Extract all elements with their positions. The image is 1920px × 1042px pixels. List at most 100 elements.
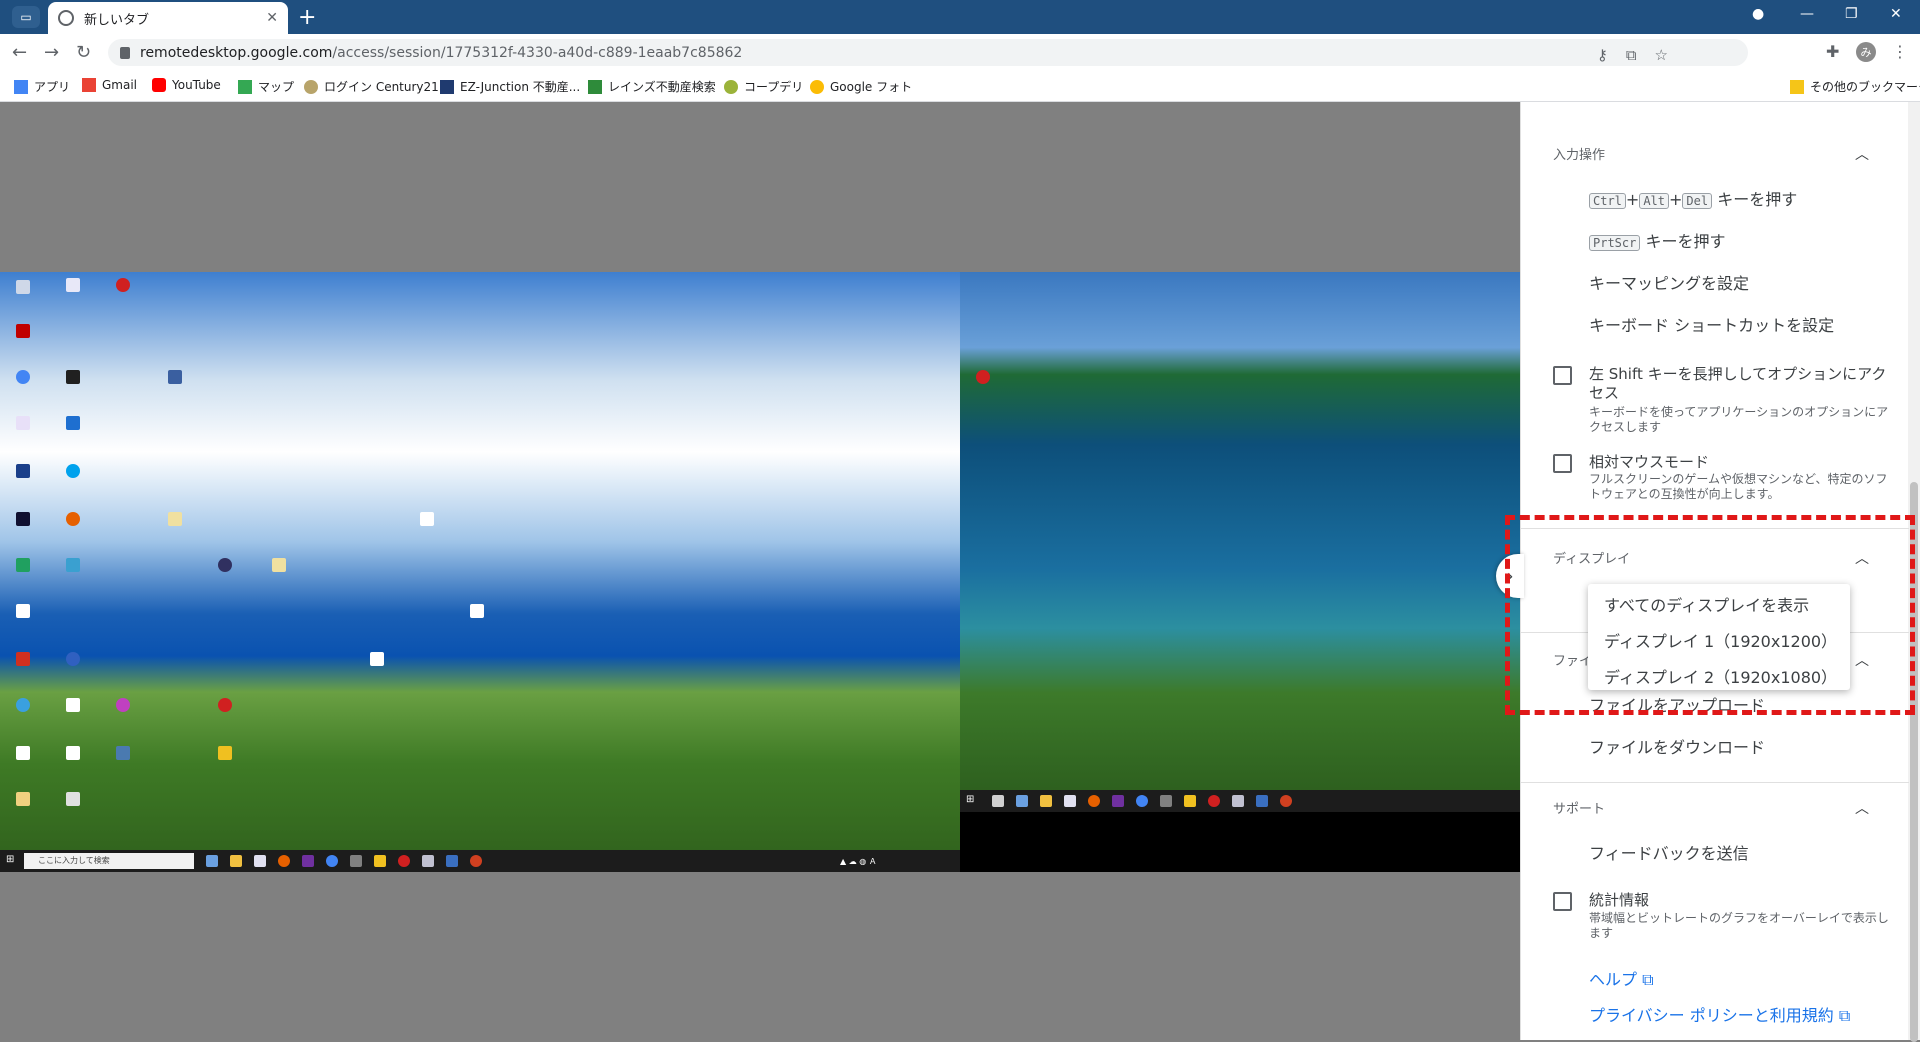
vivaldi-icon[interactable] xyxy=(218,698,232,712)
bookmark-gmail[interactable]: Gmail xyxy=(82,78,137,92)
download-file-button[interactable]: ファイルをダウンロード xyxy=(1589,734,1765,758)
bookmark-google-photos[interactable]: Google フォト xyxy=(810,78,912,95)
file-icon[interactable] xyxy=(420,512,434,526)
collapse-file-section-chevron-up-icon[interactable]: ︿ xyxy=(1855,650,1869,670)
taskbar-chrome-icon[interactable] xyxy=(1136,795,1148,807)
desktop-icon[interactable] xyxy=(16,280,30,294)
keyboard-shortcut-button[interactable]: キーボード ショートカットを設定 xyxy=(1589,312,1834,336)
extensions-icon[interactable]: ✚ xyxy=(1826,42,1839,61)
bookmark-coopdeli[interactable]: コープデリ xyxy=(724,78,803,95)
vscode-icon[interactable] xyxy=(66,416,80,430)
relative-mouse-checkbox[interactable] xyxy=(1553,454,1572,473)
bookmark-century21[interactable]: ログイン Century21 xyxy=(304,78,439,95)
stats-checkbox[interactable] xyxy=(1553,892,1572,911)
folder-icon[interactable] xyxy=(168,512,182,526)
taskbar-app-icon[interactable] xyxy=(1232,795,1244,807)
minimize-button[interactable]: — xyxy=(1800,6,1814,22)
file-icon[interactable] xyxy=(66,698,80,712)
taskbar-chrome-icon[interactable] xyxy=(326,855,338,867)
key-icon[interactable]: ⚷ xyxy=(1597,46,1608,64)
desktop-icon[interactable] xyxy=(66,278,80,292)
desktop-icon[interactable] xyxy=(16,652,30,666)
key-mapping-button[interactable]: キーマッピングを設定 xyxy=(1589,270,1749,294)
taskbar-app-icon[interactable] xyxy=(422,855,434,867)
desktop-icon[interactable] xyxy=(66,558,80,572)
tab-close-icon[interactable]: ✕ xyxy=(266,10,278,26)
firefox-icon[interactable] xyxy=(66,512,80,526)
close-window-button[interactable]: ✕ xyxy=(1890,6,1902,22)
send-ctrl-alt-del-button[interactable]: Ctrl + Alt + Del キーを押す xyxy=(1589,186,1797,210)
collapse-support-section-chevron-up-icon[interactable]: ︿ xyxy=(1855,798,1869,818)
taskbar-firefox-icon[interactable] xyxy=(278,855,290,867)
desktop-icon[interactable] xyxy=(16,512,30,526)
chrome-icon[interactable] xyxy=(16,370,30,384)
bookmark-maps[interactable]: マップ xyxy=(238,78,294,95)
taskbar-vivaldi-icon[interactable] xyxy=(398,855,410,867)
desktop-icon[interactable] xyxy=(16,464,30,478)
desktop-icon[interactable] xyxy=(116,746,130,760)
remote-display-1[interactable]: ⊞ ここに入力して検索 ▲ ☁ ◍ Ａ xyxy=(0,272,960,872)
file-icon[interactable] xyxy=(370,652,384,666)
desktop-icon[interactable] xyxy=(218,746,232,760)
system-tray-icon[interactable]: ▲ ☁ ◍ Ａ xyxy=(840,856,877,867)
help-link[interactable]: ヘルプ ⧉ xyxy=(1589,966,1654,990)
desktop-icon[interactable] xyxy=(16,416,30,430)
desktop-icon[interactable] xyxy=(66,652,80,666)
bookmark-reins[interactable]: レインズ不動産検索 xyxy=(588,78,716,95)
collapse-input-section-chevron-up-icon[interactable]: ︿ xyxy=(1855,144,1869,164)
vivaldi-icon[interactable] xyxy=(976,370,990,384)
desktop-icon[interactable] xyxy=(16,698,30,712)
vivaldi-icon[interactable] xyxy=(116,278,130,292)
collapse-display-section-chevron-up-icon[interactable]: ︿ xyxy=(1855,548,1869,568)
file-icon[interactable] xyxy=(66,746,80,760)
taskbar-folder-icon[interactable] xyxy=(230,855,242,867)
taskbar-search-icon[interactable] xyxy=(992,795,1004,807)
taskbar-app-icon[interactable] xyxy=(1280,795,1292,807)
panel-scrollbar-thumb[interactable] xyxy=(1910,482,1918,1042)
taskbar-vivaldi-icon[interactable] xyxy=(1208,795,1220,807)
desktop-icon[interactable] xyxy=(16,792,30,806)
taskbar-search-input[interactable]: ここに入力して検索 xyxy=(24,853,194,869)
menu-kebab-icon[interactable]: ⋮ xyxy=(1892,42,1908,61)
taskbar-app-icon[interactable] xyxy=(350,855,362,867)
upload-file-button[interactable]: ファイルをアップロード xyxy=(1589,692,1765,716)
taskbar-app-icon[interactable] xyxy=(470,855,482,867)
file-icon[interactable] xyxy=(16,604,30,618)
windows-start-icon[interactable]: ⊞ xyxy=(966,794,974,805)
restore-button[interactable]: ❐ xyxy=(1845,6,1858,22)
bookmark-ez-junction[interactable]: EZ-Junction 不動産... xyxy=(440,78,580,95)
menu-item-display-1[interactable]: ディスプレイ 1（1920x1200） xyxy=(1604,628,1837,652)
desktop-icon[interactable] xyxy=(16,558,30,572)
desktop-icon[interactable] xyxy=(66,792,80,806)
folder-icon[interactable] xyxy=(272,558,286,572)
taskbar-app-icon[interactable] xyxy=(1064,795,1076,807)
windows-start-icon[interactable]: ⊞ xyxy=(6,854,14,865)
address-bar[interactable]: remotedesktop.google.com /access/session… xyxy=(108,39,1748,66)
taskbar-app-icon[interactable] xyxy=(1016,795,1028,807)
panel-scrollbar[interactable] xyxy=(1908,102,1920,1042)
file-icon[interactable] xyxy=(16,746,30,760)
forward-arrow-icon[interactable]: → xyxy=(44,42,59,63)
bookmark-apps[interactable]: アプリ xyxy=(14,78,70,95)
tab-search-icon[interactable]: ▭ xyxy=(12,6,40,28)
back-arrow-icon[interactable]: ← xyxy=(12,42,27,63)
acrobat-icon[interactable] xyxy=(16,324,30,338)
new-tab-button[interactable]: + xyxy=(298,5,316,30)
taskbar-app-icon[interactable] xyxy=(1256,795,1268,807)
taskbar-folder-icon[interactable] xyxy=(1040,795,1052,807)
taskbar-app-icon[interactable] xyxy=(1160,795,1172,807)
open-in-new-icon[interactable]: ⧉ xyxy=(1626,46,1637,64)
taskbar-onenote-icon[interactable] xyxy=(302,855,314,867)
send-feedback-button[interactable]: フィードバックを送信 xyxy=(1589,840,1749,864)
menu-item-display-2[interactable]: ディスプレイ 2（1920x1080） xyxy=(1604,664,1837,688)
send-prtscr-button[interactable]: PrtScr キーを押す xyxy=(1589,228,1725,252)
reload-icon[interactable]: ↻ xyxy=(76,42,91,63)
skype-icon[interactable] xyxy=(66,464,80,478)
taskbar-onenote-icon[interactable] xyxy=(1112,795,1124,807)
profile-download-icon[interactable]: ● xyxy=(1752,6,1764,22)
desktop-icon[interactable] xyxy=(168,370,182,384)
taskbar-sticky-icon[interactable] xyxy=(374,855,386,867)
desktop-icon[interactable] xyxy=(218,558,232,572)
avatar[interactable]: み xyxy=(1856,42,1876,62)
remote-display-2[interactable]: ⊞ xyxy=(960,272,1520,872)
